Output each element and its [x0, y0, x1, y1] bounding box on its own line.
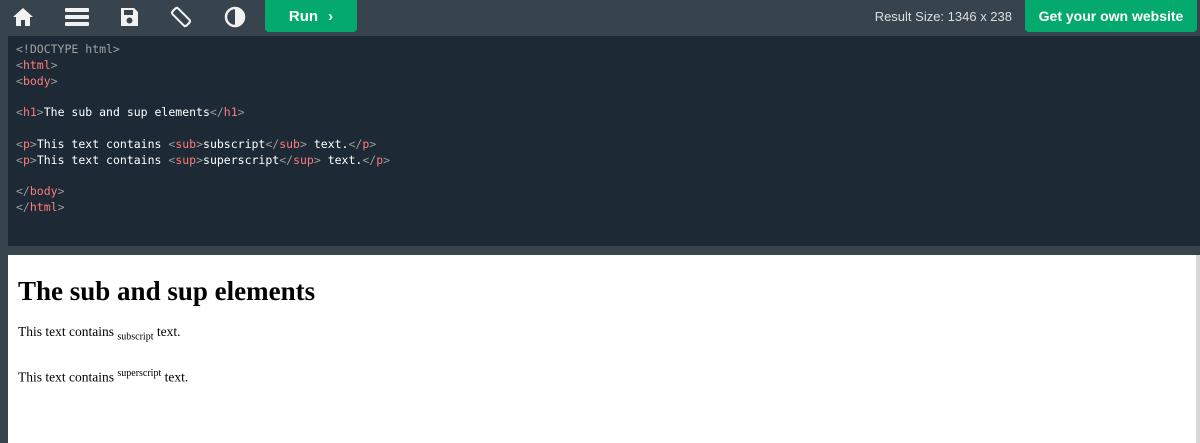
code-line: <body> — [16, 73, 58, 88]
chevron-right-icon: › — [328, 7, 334, 25]
scrollbar[interactable] — [1196, 255, 1200, 443]
run-button[interactable]: Run › — [265, 0, 357, 32]
tag-token: p — [22, 136, 30, 151]
code-line: </body> — [16, 184, 65, 199]
code-line: <!DOCTYPE html> — [8, 42, 1200, 58]
paragraph-text: text. — [153, 324, 181, 339]
text-token: text. — [306, 136, 349, 151]
subscript-text: subscript — [117, 331, 154, 343]
paragraph-text: This text contains — [18, 324, 118, 339]
tag-token: p — [22, 152, 30, 167]
pane-splitter[interactable] — [8, 246, 1200, 254]
run-label: Run — [288, 7, 319, 25]
home-icon-graphic — [13, 7, 33, 26]
tag-token: body — [29, 184, 58, 199]
menu-icon[interactable] — [59, 0, 95, 33]
result-frame: The sub and sup elements This text conta… — [8, 255, 1196, 443]
paragraph-text: text. — [161, 369, 189, 385]
tag-token: html — [22, 57, 51, 72]
save-icon[interactable] — [111, 0, 147, 33]
paragraph-text: This text contains — [18, 369, 118, 385]
code-line: <html> — [16, 57, 58, 72]
text-token: subscript — [203, 136, 266, 151]
contrast-icon-graphic — [224, 6, 246, 27]
result-heading: The sub and sup elements — [18, 276, 316, 306]
result-paragraph-subscript: This text contains subscript text. — [18, 323, 1186, 347]
code-line: <h1>The sub and sup elements</h1> — [16, 105, 245, 120]
menu-icon-graphic — [65, 7, 89, 26]
tag-token: h1 — [22, 105, 37, 120]
doctype-token: <!DOCTYPE html> — [16, 42, 120, 56]
rotate-icon-graphic — [170, 6, 192, 27]
get-website-button[interactable]: Get your own website — [1025, 0, 1197, 32]
tag-token: body — [22, 73, 51, 88]
toolbar: Run › Result Size: 1346 x 238 Get your o… — [0, 0, 1200, 33]
save-icon-graphic — [121, 7, 138, 26]
text-token: text. — [320, 152, 363, 167]
tag-token: h1 — [223, 105, 238, 120]
code-editor[interactable]: <!DOCTYPE html> <html> <body> <h1>The su… — [8, 36, 1200, 246]
tag-token: html — [29, 199, 58, 214]
rotate-icon[interactable] — [163, 0, 199, 33]
text-token: This text contains — [36, 136, 169, 151]
home-icon[interactable] — [5, 0, 41, 33]
code-line: <p>This text contains <sub>subscript</su… — [16, 136, 377, 151]
text-token: The sub and sup elements — [43, 105, 210, 120]
text-token: superscript — [203, 152, 280, 167]
tag-token: sub — [279, 136, 300, 151]
tag-token: sup — [175, 152, 197, 167]
result-size-text: Result Size: 1346 x 238 — [874, 9, 1012, 24]
result-paragraph-superscript: This text contains superscript text. — [18, 365, 1186, 387]
tag-token: sup — [293, 152, 314, 167]
contrast-icon[interactable] — [217, 0, 253, 33]
text-token: This text contains — [36, 152, 169, 167]
tag-token: sub — [175, 136, 197, 151]
superscript-text: superscript — [117, 367, 162, 379]
code-line: <p>This text contains <sup>superscript</… — [16, 152, 391, 167]
code-line: </html> — [16, 199, 65, 214]
